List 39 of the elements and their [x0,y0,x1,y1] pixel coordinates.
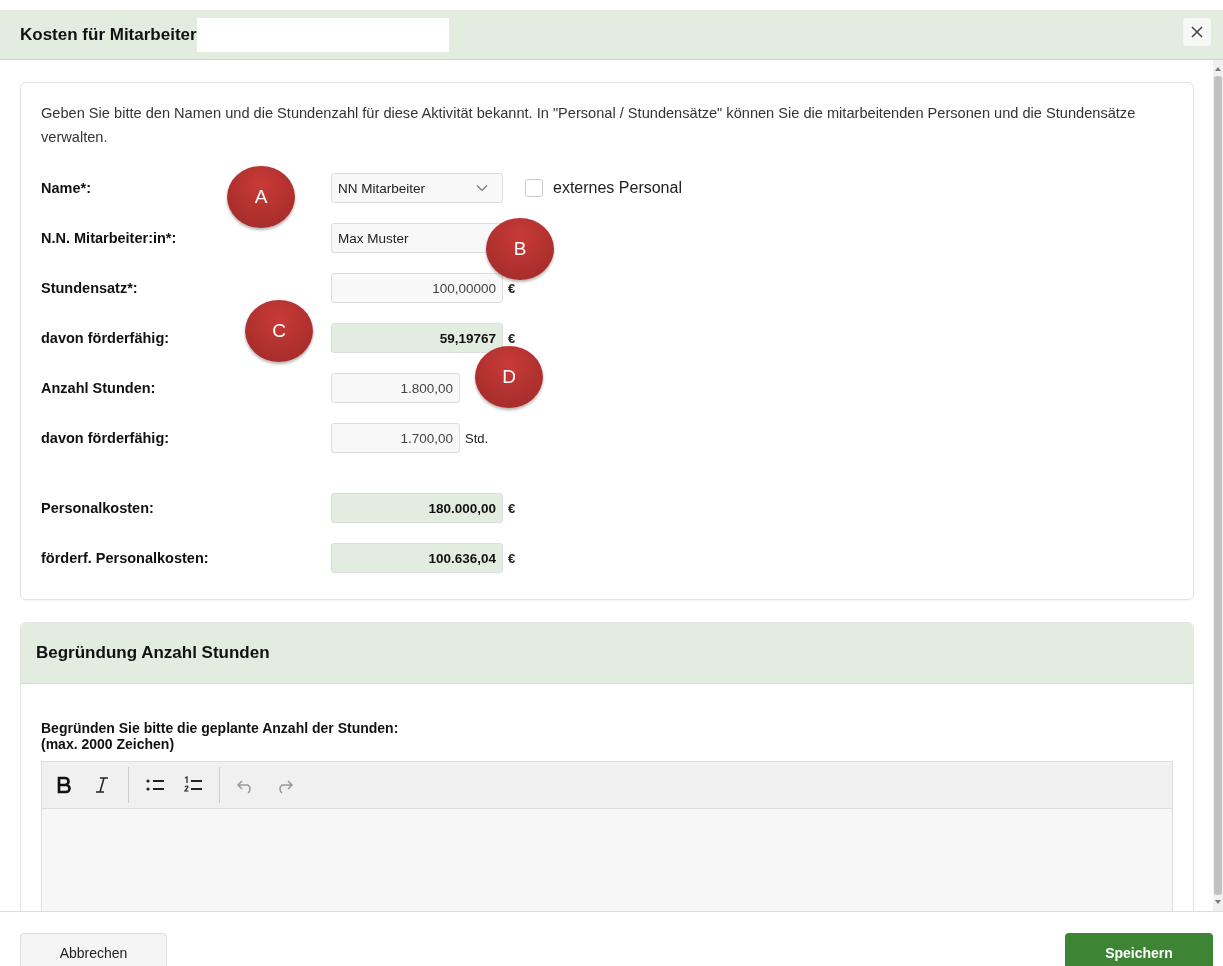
input-field[interactable]: 1.700,00 [331,423,460,453]
unit-label: € [508,500,516,516]
intro-text: Geben Sie bitte den Namen und die Stundenzahl für diese Aktivität bekannt. In "Personal / Stundensätze" können Sie die mitarbeitenden Personen und die Stundensätze verwalten. [41,104,1137,147]
annotation-marker: B [486,218,554,280]
field-label: Anzahl Stunden: [41,380,156,396]
unit-label: Std. [465,430,489,446]
save-button[interactable]: Speichern [1065,933,1213,966]
field-label: Name*: [41,180,91,196]
computed-value: 100.636,04 [331,543,503,573]
dialog-title: Kosten für Mitarbeiter [20,24,197,45]
field-label: Personalkosten: [41,500,154,516]
unit-label: € [508,280,516,296]
scroll-down-icon[interactable] [1214,899,1222,905]
scroll-up-icon[interactable] [1214,66,1222,72]
name-dropdown[interactable]: NN Mitarbeiter [331,173,503,203]
annotation-marker: A [227,166,295,228]
close-button[interactable] [1183,18,1211,46]
unit-label: € [508,550,516,566]
checkbox[interactable] [525,179,543,197]
computed-value: 59,19767 [331,323,503,353]
cancel-button[interactable]: Abbrechen [20,933,167,966]
input-field[interactable]: Max Muster [331,223,503,253]
input-field[interactable]: 100,00000 [331,273,503,303]
field-label: N.N. Mitarbeiter:in*: [41,230,177,246]
unit-label: € [508,330,516,346]
field-label: förderf. Personalkosten: [41,550,209,566]
section-title: Begründung Anzahl Stunden [36,643,270,663]
computed-value: 180.000,00 [331,493,503,523]
checkbox-label: externes Personal [553,179,682,197]
annotation-marker: C [245,300,313,362]
field-label: Stundensatz*: [41,280,138,296]
prompt-text: Begründen Sie bitte die geplante Anzahl der Stunden: (max. 2000 Zeichen) [41,720,400,752]
close-icon [1190,25,1204,39]
scrollbar[interactable] [1213,60,1223,911]
field-label: davon förderfähig: [41,330,170,346]
chevron-down-icon [476,184,488,192]
field-label: davon förderfähig: [41,430,170,446]
annotation-marker: D [475,346,543,408]
input-field[interactable]: 1.800,00 [331,373,460,403]
